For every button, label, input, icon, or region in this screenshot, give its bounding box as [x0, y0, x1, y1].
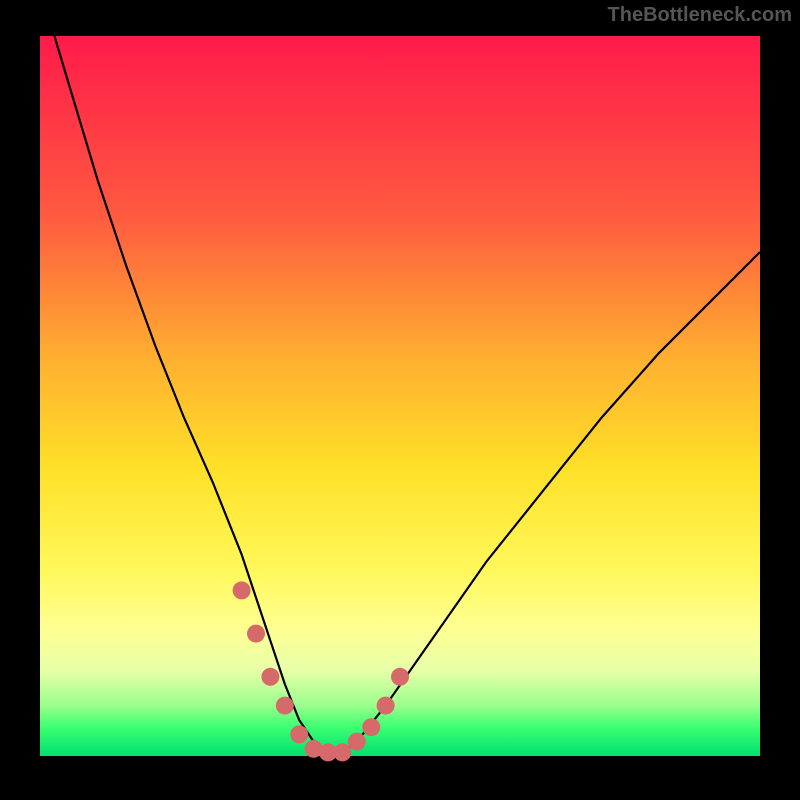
curve-marker [377, 697, 395, 715]
bottleneck-curve [54, 36, 760, 752]
curve-marker [233, 581, 251, 599]
curve-marker [362, 718, 380, 736]
curve-marker [333, 743, 351, 761]
watermark-text: TheBottleneck.com [608, 4, 792, 27]
curve-marker [276, 697, 294, 715]
chart-overlay [40, 36, 760, 756]
curve-marker [348, 733, 366, 751]
curve-marker [391, 668, 409, 686]
curve-marker [247, 625, 265, 643]
curve-marker [290, 725, 308, 743]
curve-marker [261, 668, 279, 686]
